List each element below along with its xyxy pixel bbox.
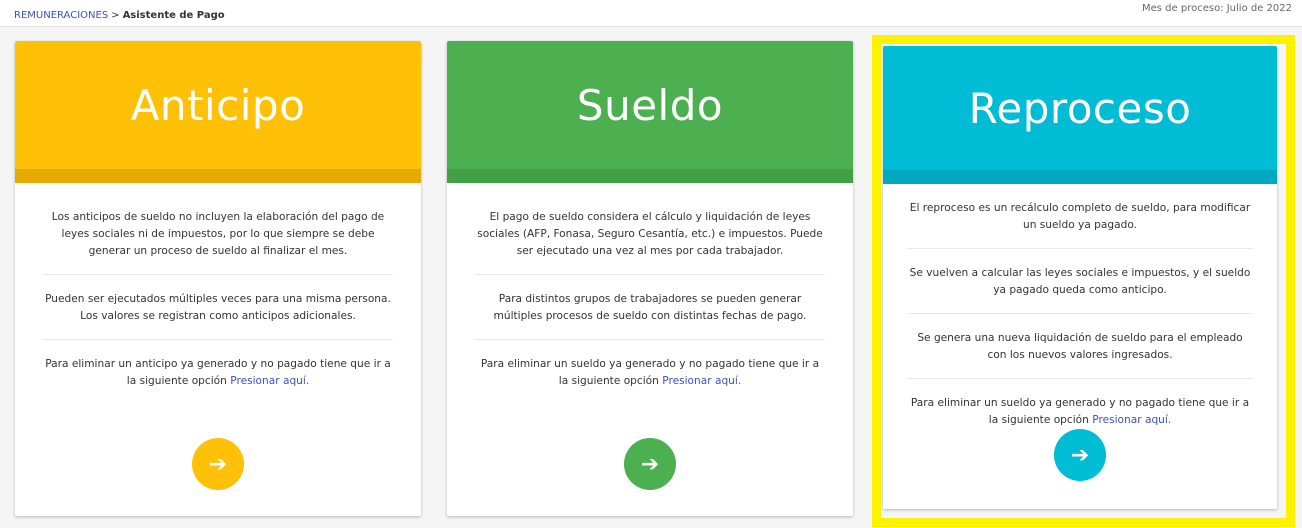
card-paragraph: Los anticipos de sueldo no incluyen la e…: [43, 193, 393, 275]
card-paragraph: Se genera una nueva liquidación de sueld…: [907, 314, 1253, 379]
presionar-aqui-link[interactable]: Presionar aquí.: [230, 375, 309, 387]
delete-text: Para eliminar un anticipo ya generado y …: [45, 358, 391, 387]
sueldo-go-button[interactable]: ➔: [624, 438, 676, 490]
breadcrumb-remuneraciones-link[interactable]: REMUNERACIONES: [14, 10, 108, 21]
process-period: Mes de proceso: Julio de 2022: [1142, 3, 1292, 14]
card-stripe: [883, 170, 1277, 184]
arrow-right-icon: ➔: [1070, 442, 1090, 468]
card-title-anticipo: Anticipo: [15, 41, 421, 169]
card-stripe: [15, 169, 421, 183]
card-paragraph: Pueden ser ejecutados múltiples veces pa…: [43, 275, 393, 340]
arrow-right-icon: ➔: [640, 451, 660, 477]
card-paragraph: Para distintos grupos de trabajadores se…: [475, 275, 825, 340]
arrow-right-icon: ➔: [208, 451, 228, 477]
card-delete-info: Para eliminar un sueldo ya generado y no…: [475, 340, 825, 404]
delete-text: Para eliminar un sueldo ya generado y no…: [480, 358, 820, 387]
card-anticipo: Anticipo Los anticipos de sueldo no incl…: [15, 41, 421, 516]
breadcrumb-current: Asistente de Pago: [122, 10, 225, 21]
card-title-reproceso: Reproceso: [883, 46, 1277, 170]
top-bar: REMUNERACIONES > Asistente de Pago Mes de …: [0, 0, 1302, 27]
presionar-aqui-link[interactable]: Presionar aquí.: [662, 375, 741, 387]
card-body: Los anticipos de sueldo no incluyen la e…: [15, 183, 421, 404]
card-body: El reproceso es un recálculo completo de…: [883, 184, 1277, 443]
card-paragraph: El pago de sueldo considera el cálculo y…: [475, 193, 825, 275]
card-paragraph: El reproceso es un recálculo completo de…: [907, 184, 1253, 249]
reproceso-go-button[interactable]: ➔: [1054, 429, 1106, 481]
card-title-sueldo: Sueldo: [447, 41, 853, 169]
card-paragraph: Se vuelven a calcular las leyes sociales…: [907, 249, 1253, 314]
card-sueldo: Sueldo El pago de sueldo considera el cá…: [447, 41, 853, 516]
card-stripe: [447, 169, 853, 183]
card-reproceso: Reproceso El reproceso es un recálculo c…: [883, 46, 1277, 509]
card-body: El pago de sueldo considera el cálculo y…: [447, 183, 853, 404]
anticipo-go-button[interactable]: ➔: [192, 438, 244, 490]
delete-text: Para eliminar un sueldo ya generado y no…: [910, 397, 1250, 426]
card-delete-info: Para eliminar un anticipo ya generado y …: [43, 340, 393, 404]
breadcrumb-separator: >: [111, 10, 120, 21]
presionar-aqui-link[interactable]: Presionar aquí.: [1092, 414, 1171, 426]
breadcrumb: REMUNERACIONES > Asistente de Pago: [14, 10, 225, 21]
